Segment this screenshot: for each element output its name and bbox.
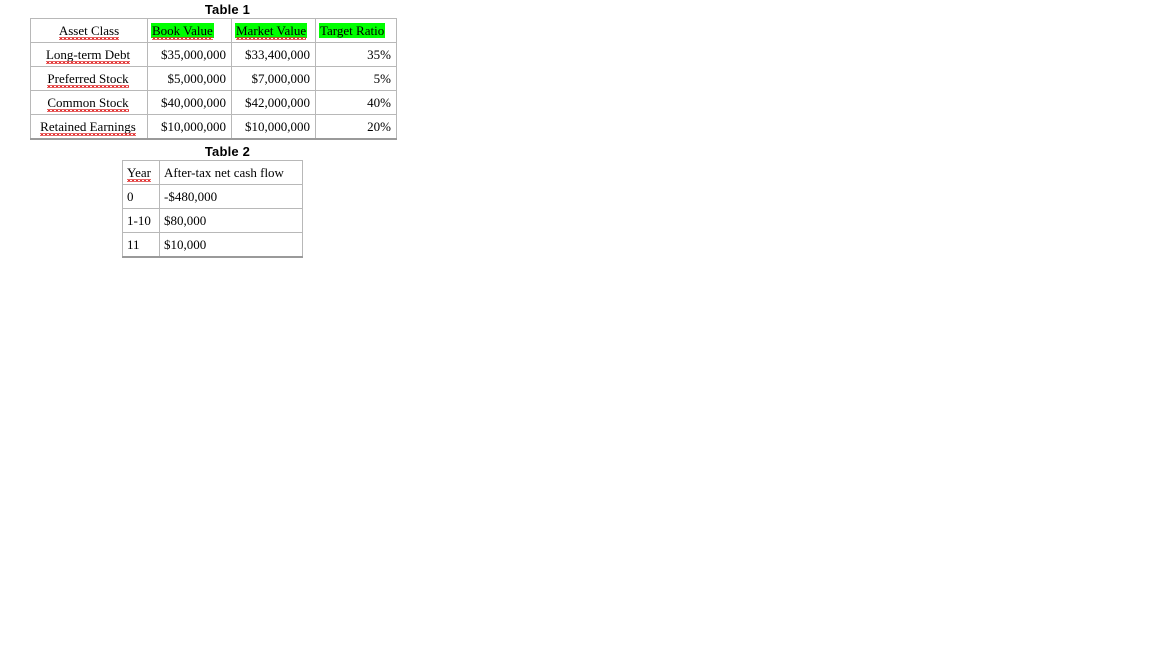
header-label-market-value: Market Value (236, 23, 307, 40)
cell-year: 0 (122, 184, 160, 209)
cell-book-value: $10,000,000 (147, 114, 232, 140)
table-row-header: Year After-tax net cash flow (122, 160, 303, 185)
header-cell-market-value: Market Value (231, 18, 316, 43)
table-row: 1-10 $80,000 (122, 208, 303, 233)
cell-target-ratio: 5% (315, 66, 397, 91)
header-label-book-value: Book Value (152, 23, 213, 40)
value-asset-class: Long-term Debt (45, 47, 131, 64)
table-2-section: Table 2 Year After-tax net cash flow 0 -… (0, 144, 424, 258)
table-row: Preferred Stock $5,000,000 $7,000,000 5% (30, 66, 397, 91)
table-row: Common Stock $40,000,000 $42,000,000 40% (30, 90, 397, 115)
cell-market-value: $33,400,000 (231, 42, 316, 67)
cell-market-value: $42,000,000 (231, 90, 316, 115)
table-1-caption: Table 1 (204, 2, 251, 17)
cell-cash-flow: $10,000 (159, 232, 303, 258)
cell-market-value: $7,000,000 (231, 66, 316, 91)
cell-asset-class: Preferred Stock (30, 66, 148, 91)
header-cell-book-value: Book Value (147, 18, 232, 43)
cell-cash-flow: -$480,000 (159, 184, 303, 209)
cell-year: 11 (122, 232, 160, 258)
header-cell-target-ratio: Target Ratio (315, 18, 397, 43)
header-label-target-ratio: Target Ratio (320, 23, 385, 38)
value-asset-class: Preferred Stock (47, 71, 129, 88)
value-asset-class: Retained Earnings (40, 119, 136, 136)
cell-asset-class: Retained Earnings (30, 114, 148, 140)
table-row-header: Asset Class Book Value Market Value Targ… (30, 18, 397, 43)
cell-target-ratio: 20% (315, 114, 397, 140)
header-cell-asset-class: Asset Class (30, 18, 148, 43)
table-2-caption: Table 2 (204, 144, 251, 159)
highlight-target-ratio: Target Ratio (319, 23, 386, 38)
cell-asset-class: Common Stock (30, 90, 148, 115)
cell-book-value: $35,000,000 (147, 42, 232, 67)
cell-market-value: $10,000,000 (231, 114, 316, 140)
document-page: Table 1 Asset Class Book Value Market Va… (0, 0, 1152, 648)
cell-asset-class: Long-term Debt (30, 42, 148, 67)
table-row: 0 -$480,000 (122, 184, 303, 209)
highlight-market-value: Market Value (235, 23, 308, 40)
asset-class-table: Asset Class Book Value Market Value Targ… (30, 18, 397, 140)
cell-book-value: $40,000,000 (147, 90, 232, 115)
table-row: 11 $10,000 (122, 232, 303, 258)
table-1-section: Table 1 Asset Class Book Value Market Va… (0, 2, 424, 140)
table-row: Long-term Debt $35,000,000 $33,400,000 3… (30, 42, 397, 67)
header-label-asset-class: Asset Class (58, 23, 120, 40)
table-row: Retained Earnings $10,000,000 $10,000,00… (30, 114, 397, 140)
cell-cash-flow: $80,000 (159, 208, 303, 233)
cash-flow-table: Year After-tax net cash flow 0 -$480,000… (122, 160, 303, 258)
header-cell-cash-flow: After-tax net cash flow (159, 160, 303, 185)
cell-book-value: $5,000,000 (147, 66, 232, 91)
header-label-year: Year (127, 165, 151, 182)
value-asset-class: Common Stock (47, 95, 129, 112)
highlight-book-value: Book Value (151, 23, 214, 40)
cell-target-ratio: 35% (315, 42, 397, 67)
header-cell-year: Year (122, 160, 160, 185)
cell-year: 1-10 (122, 208, 160, 233)
cell-target-ratio: 40% (315, 90, 397, 115)
